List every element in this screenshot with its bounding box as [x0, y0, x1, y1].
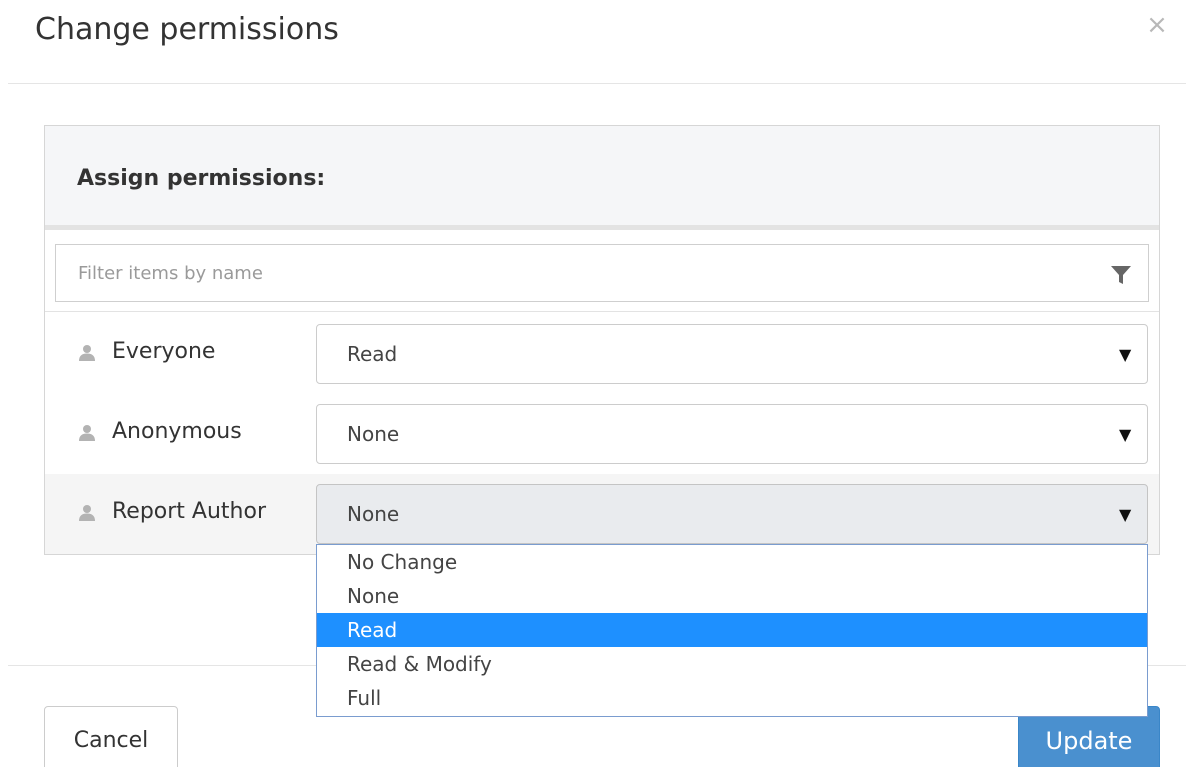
change-permissions-dialog: Change permissions × Assign permissions:… — [0, 0, 1186, 767]
dropdown-option[interactable]: Full — [317, 681, 1147, 715]
permission-select-value: None — [347, 422, 400, 446]
permission-select-value: None — [347, 502, 400, 526]
permission-row-everyone: Everyone Read ▼ — [45, 314, 1159, 394]
permission-select[interactable]: None ▼ — [316, 484, 1148, 544]
filter-input[interactable] — [56, 245, 1086, 301]
permission-dropdown-list: No Change None Read Read & Modify Full — [316, 544, 1148, 717]
user-name: Anonymous — [112, 419, 242, 444]
filter-divider — [45, 311, 1159, 312]
close-icon[interactable]: × — [1142, 10, 1172, 40]
user-icon — [79, 345, 95, 361]
caret-down-icon: ▼ — [1119, 425, 1132, 444]
user-icon — [79, 425, 95, 441]
user-name: Everyone — [112, 339, 216, 364]
caret-down-icon: ▼ — [1119, 505, 1132, 524]
permissions-panel: Assign permissions: Everyone Read ▼ — [44, 125, 1160, 555]
dropdown-option[interactable]: None — [317, 579, 1147, 613]
permission-select-value: Read — [347, 342, 398, 366]
filter-box — [55, 244, 1149, 302]
user-icon — [79, 505, 95, 521]
permission-select[interactable]: None ▼ — [316, 404, 1148, 464]
dialog-title: Change permissions — [35, 12, 339, 47]
dropdown-option[interactable]: No Change — [317, 545, 1147, 579]
panel-heading-label: Assign permissions: — [77, 166, 326, 191]
cancel-button[interactable]: Cancel — [44, 706, 178, 767]
user-name: Report Author — [112, 499, 266, 524]
header-divider — [8, 83, 1186, 84]
permission-select[interactable]: Read ▼ — [316, 324, 1148, 384]
dropdown-option-highlighted[interactable]: Read — [317, 613, 1147, 647]
caret-down-icon: ▼ — [1119, 345, 1132, 364]
panel-heading: Assign permissions: — [45, 126, 1159, 230]
dropdown-option[interactable]: Read & Modify — [317, 647, 1147, 681]
permission-row-report-author: Report Author None ▼ — [45, 474, 1159, 554]
filter-icon[interactable] — [1110, 265, 1132, 285]
permission-row-anonymous: Anonymous None ▼ — [45, 394, 1159, 474]
